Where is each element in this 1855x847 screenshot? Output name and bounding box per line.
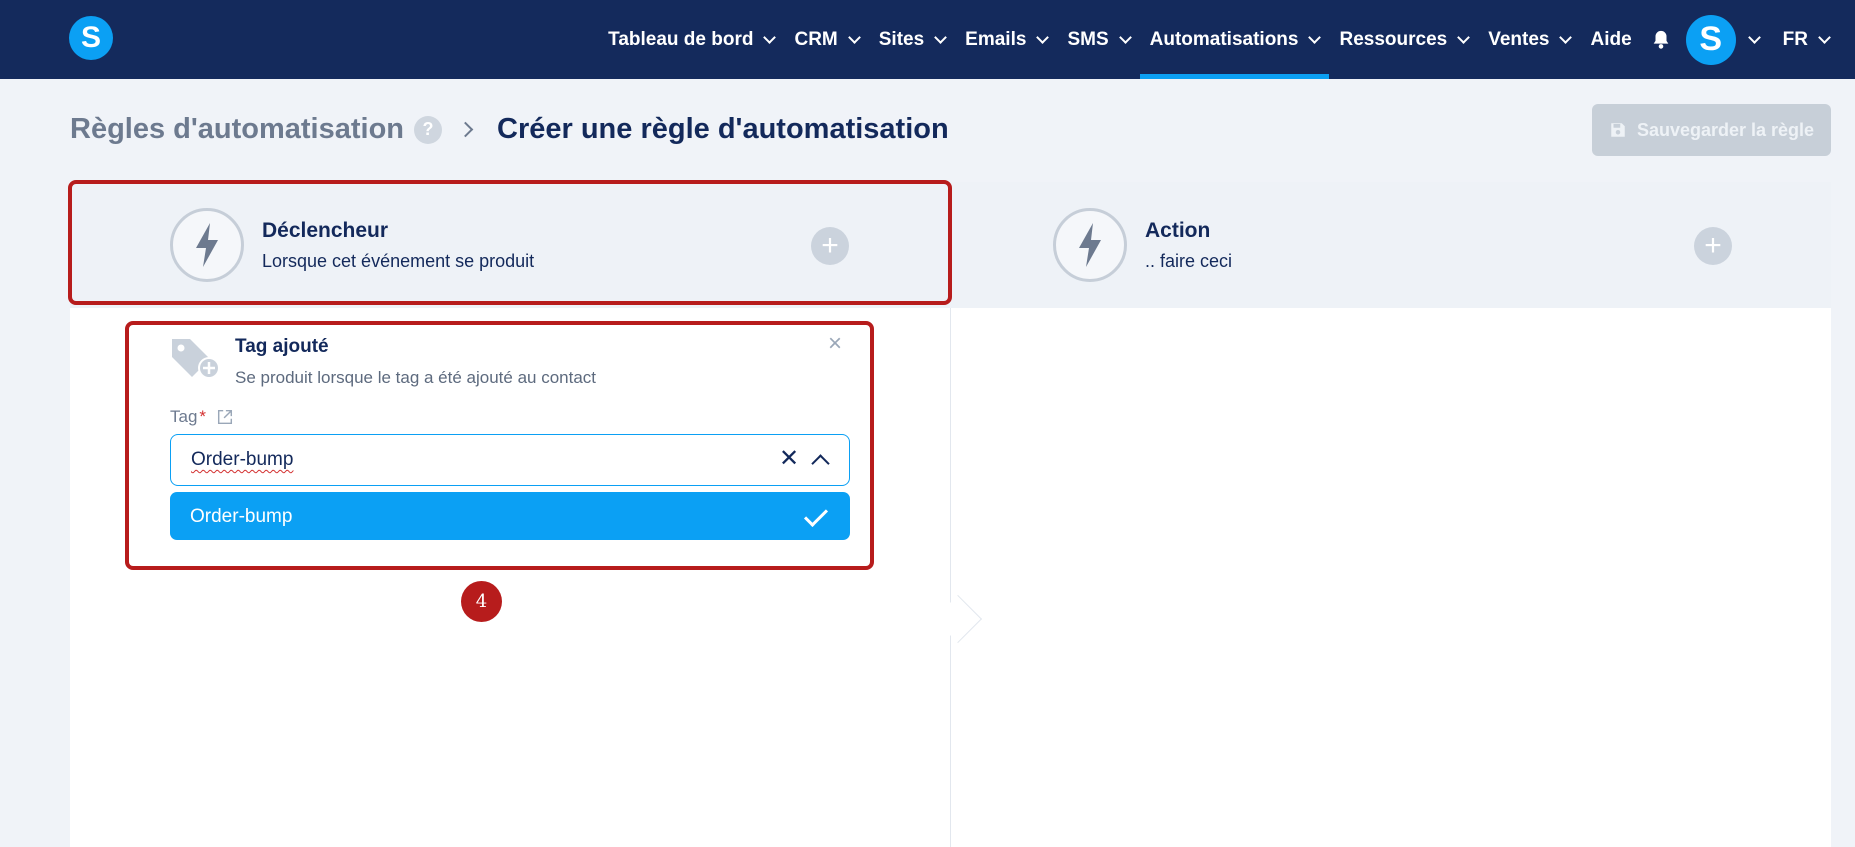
chevron-down-icon	[1118, 30, 1132, 44]
nav-item-automatisations[interactable]: Automatisations	[1139, 0, 1330, 79]
chevron-down-icon	[847, 30, 861, 44]
nav-item-label: Sites	[878, 28, 925, 50]
app-logo[interactable]: S	[69, 16, 113, 60]
nav-item-crm[interactable]: CRM	[784, 0, 868, 79]
nav-item-label: Ventes	[1488, 28, 1550, 50]
chevron-down-icon	[1747, 30, 1761, 44]
top-navbar: S Tableau de bord CRM Sites Emails SMS A…	[0, 0, 1855, 79]
chevron-down-icon	[1818, 30, 1831, 44]
action-step[interactable]: Action .. faire ceci	[1053, 182, 1232, 308]
action-panel	[951, 308, 1831, 847]
account-menu[interactable]: S	[1685, 0, 1773, 79]
nav-item-label: Ressources	[1339, 28, 1448, 50]
chevron-down-icon	[1036, 30, 1050, 44]
card-highlight-box	[125, 321, 874, 570]
step-number-badge: 4	[461, 581, 502, 622]
chevron-down-icon	[1559, 30, 1573, 44]
floppy-disk-icon	[1611, 123, 1625, 137]
nav-item-label: Automatisations	[1149, 28, 1299, 50]
breadcrumb-parent-link[interactable]: Règles d'automatisation	[70, 113, 404, 146]
breadcrumb: Règles d'automatisation ? Créer une règl…	[70, 113, 949, 146]
action-step-subtitle: .. faire ceci	[1145, 250, 1233, 271]
nav-item-aide[interactable]: Aide	[1580, 0, 1641, 79]
language-selector[interactable]: FR	[1773, 0, 1839, 79]
save-rule-label: Sauvegarder la règle	[1636, 119, 1815, 140]
chevron-down-icon	[763, 30, 777, 44]
nav-item-label: SMS	[1067, 28, 1109, 50]
nav-menu: Tableau de bord CRM Sites Emails SMS Aut…	[598, 0, 1839, 79]
save-rule-button[interactable]: Sauvegarder la règle	[1592, 104, 1831, 156]
nav-item-tableau-de-bord[interactable]: Tableau de bord	[598, 0, 784, 79]
nav-item-sites[interactable]: Sites	[869, 0, 955, 79]
language-label: FR	[1782, 28, 1808, 50]
action-step-title: Action	[1145, 218, 1211, 242]
chevron-down-icon	[1308, 30, 1322, 44]
lightning-cycle-icon	[1053, 208, 1127, 282]
help-icon[interactable]: ?	[414, 115, 443, 144]
chevron-down-icon	[1457, 30, 1471, 44]
nav-item-label: Emails	[965, 28, 1027, 50]
chevron-right-icon	[457, 121, 474, 138]
nav-item-sms[interactable]: SMS	[1057, 0, 1139, 79]
add-action-button[interactable]: +	[1694, 227, 1732, 265]
nav-item-emails[interactable]: Emails	[955, 0, 1057, 79]
nav-item-ventes[interactable]: Ventes	[1478, 0, 1580, 79]
chevron-down-icon	[934, 30, 948, 44]
nav-item-label: Aide	[1590, 28, 1632, 50]
page-title: Créer une règle d'automatisation	[497, 113, 949, 145]
nav-item-label: CRM	[794, 28, 838, 50]
trigger-highlight-box	[68, 180, 952, 305]
nav-item-label: Tableau de bord	[608, 28, 754, 50]
bell-icon[interactable]	[1650, 29, 1672, 51]
nav-item-ressources[interactable]: Ressources	[1329, 0, 1478, 79]
avatar: S	[1685, 14, 1736, 65]
